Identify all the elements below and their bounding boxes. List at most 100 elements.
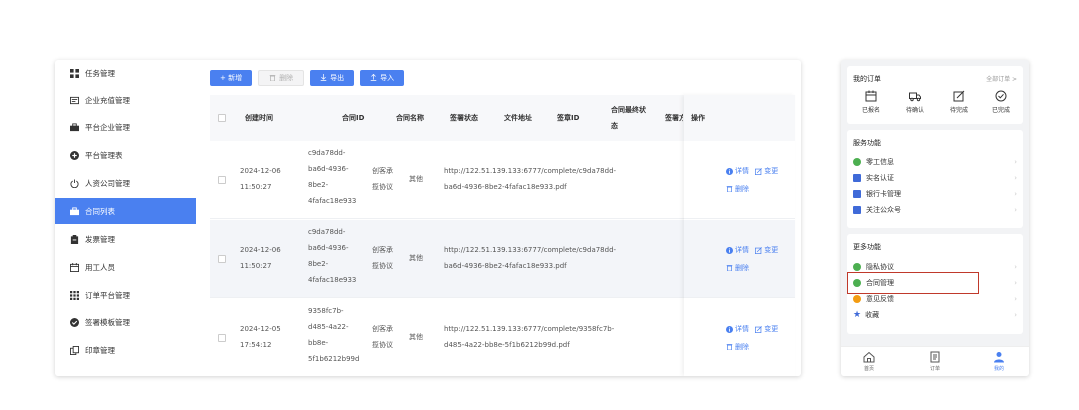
row-checkbox[interactable]	[218, 255, 226, 263]
shield-icon	[853, 263, 861, 271]
more-functions-title: 更多功能	[853, 243, 881, 251]
more-item-favorites[interactable]: ★ 收藏 ›	[853, 308, 1017, 322]
sidebar-item-platform-enterprise[interactable]: 平台企业管理	[55, 114, 196, 140]
header-signer[interactable]: 签署方	[665, 95, 683, 141]
created-date: 2024-12-06	[240, 167, 281, 175]
header-final-status-line2: 态	[611, 122, 618, 130]
import-button[interactable]: 导入	[360, 70, 405, 86]
add-button[interactable]: + 新增	[210, 70, 253, 86]
sidebar-item-label: 人资公司管理	[85, 178, 130, 188]
delete-link[interactable]: 删除	[726, 260, 749, 276]
service-item-gig-info[interactable]: 零工信息 ›	[853, 155, 1017, 169]
header-final-status[interactable]: 合同最终状 态	[611, 95, 646, 141]
change-link[interactable]: 变更	[755, 163, 778, 179]
header-contract-name[interactable]: 合同名称	[396, 95, 424, 141]
sidebar-item-task-management[interactable]: 任务管理	[55, 60, 196, 86]
key-icon	[853, 206, 861, 214]
contract-id-line: 4fafac18e933	[308, 197, 357, 205]
grid-icon	[70, 290, 79, 300]
file-url-line: http://122.51.139.133:6777/complete/9358…	[444, 325, 615, 333]
all-orders-link[interactable]: 全部订单 >	[986, 74, 1017, 83]
created-time-cell: 2024-12-06 11:50:27	[240, 163, 281, 195]
chevron-right-icon: ›	[1014, 295, 1017, 303]
detail-label: 详情	[735, 167, 749, 175]
row-checkbox[interactable]	[218, 334, 226, 342]
file-address-cell[interactable]: http://122.51.139.133:6777/complete/c9da…	[444, 163, 616, 195]
operations-cell: 详情 变更 删除	[726, 163, 778, 198]
sidebar-item-invoice[interactable]: 发票管理	[55, 226, 196, 252]
header-sign-status[interactable]: 签署状态	[450, 95, 478, 141]
sidebar-item-workers[interactable]: 用工人员	[55, 254, 196, 280]
header-file-address[interactable]: 文件地址	[504, 95, 532, 141]
service-item-follow[interactable]: 关注公众号 ›	[853, 203, 1017, 217]
contract-id-line: ba6d-4936-	[308, 165, 349, 173]
delete-button-label: 删除	[279, 74, 294, 82]
more-item-feedback[interactable]: 意见反馈 ›	[853, 292, 1017, 306]
created-time: 17:54:12	[240, 341, 272, 349]
delete-link[interactable]: 删除	[726, 181, 749, 197]
copy-icon	[70, 345, 79, 355]
service-item-label: 零工信息	[866, 158, 894, 166]
tab-me[interactable]: 我的	[979, 351, 1019, 372]
order-status-registered[interactable]: 已报名	[851, 90, 891, 114]
detail-label: 详情	[735, 246, 749, 254]
header-contract-id[interactable]: 合同ID	[342, 95, 364, 141]
trash-icon	[726, 344, 733, 350]
clipboard-icon	[70, 234, 79, 244]
contract-id-line: c9da78dd-	[308, 228, 346, 236]
chevron-right-icon: ›	[1014, 263, 1017, 271]
change-link[interactable]: 变更	[755, 321, 778, 337]
contract-id-line: d485-4a22-	[308, 323, 349, 331]
wallet-icon	[70, 96, 79, 105]
header-sign-id[interactable]: 签章ID	[557, 95, 579, 141]
feedback-icon	[853, 295, 861, 303]
check-circle-icon	[70, 317, 79, 327]
order-status-pending-complete[interactable]: 待完成	[939, 90, 979, 114]
file-address-cell[interactable]: http://122.51.139.133:6777/complete/c9da…	[444, 242, 616, 274]
user-icon	[994, 352, 1004, 363]
detail-link[interactable]: 详情	[726, 321, 749, 337]
truck-icon	[909, 92, 921, 102]
file-url-line: d485-4a22-bb8e-5f1b6212b99d.pdf	[444, 341, 570, 349]
delete-link[interactable]: 删除	[726, 339, 749, 355]
order-status-completed[interactable]: 已完成	[981, 90, 1021, 114]
order-status-label: 已完成	[991, 107, 1010, 114]
contract-name-line: 创客承	[372, 246, 393, 254]
select-all-checkbox[interactable]	[218, 114, 226, 122]
file-address-cell[interactable]: http://122.51.139.133:6777/complete/9358…	[444, 321, 614, 353]
change-label: 变更	[764, 325, 779, 333]
sidebar-item-enterprise-recharge[interactable]: 企业充值管理	[55, 87, 196, 113]
change-label: 变更	[764, 167, 779, 175]
chevron-right-icon: ›	[1014, 158, 1017, 166]
tab-label: 首页	[863, 366, 874, 372]
sidebar-item-sign-template[interactable]: 签署模板管理	[55, 309, 196, 335]
change-link[interactable]: 变更	[755, 242, 778, 258]
sidebar-item-order-platform[interactable]: 订单平台管理	[55, 282, 196, 308]
trash-icon	[726, 265, 733, 271]
sidebar: 任务管理 企业充值管理 平台企业管理 平台管理表 人资公司管理 合同列表 发票管…	[55, 60, 200, 376]
tab-orders[interactable]: 订单	[915, 351, 955, 372]
header-created-time[interactable]: 创建时间	[245, 95, 273, 141]
order-status-pending-confirm[interactable]: 待确认	[895, 90, 935, 114]
sidebar-item-platform-table[interactable]: 平台管理表	[55, 142, 196, 168]
sidebar-item-contract-list[interactable]: 合同列表	[55, 198, 196, 224]
contract-id-line: c9da78dd-	[308, 149, 346, 157]
sidebar-item-seal[interactable]: 印章管理	[55, 337, 196, 363]
calendar-icon	[865, 90, 877, 102]
delete-button[interactable]: 删除	[258, 70, 305, 86]
row-checkbox[interactable]	[218, 176, 226, 184]
briefcase-icon	[70, 206, 79, 216]
detail-link[interactable]: 详情	[726, 163, 749, 179]
delete-label: 删除	[735, 184, 749, 193]
header-operations: 操作	[691, 114, 705, 122]
detail-link[interactable]: 详情	[726, 242, 749, 258]
sidebar-item-hr-company[interactable]: 人资公司管理	[55, 170, 196, 196]
service-item-real-name[interactable]: 实名认证 ›	[853, 171, 1017, 185]
tab-home[interactable]: 首页	[849, 351, 889, 372]
sidebar-item-label: 平台管理表	[85, 150, 123, 160]
receipt-icon	[930, 351, 940, 363]
chevron-right-icon: ›	[1014, 190, 1017, 198]
services-card: 服务功能 零工信息 › 实名认证 › 银行卡管理 › 关注公众号 ›	[847, 130, 1023, 228]
export-button[interactable]: 导出	[310, 70, 355, 86]
service-item-bank-card[interactable]: 银行卡管理 ›	[853, 187, 1017, 201]
